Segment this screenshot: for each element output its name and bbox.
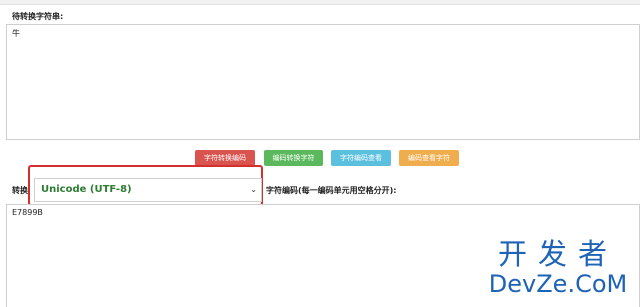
watermark-line1: 开发者 bbox=[497, 237, 618, 271]
input-textarea[interactable]: 牛 bbox=[6, 24, 640, 140]
encoding-select-value: Unicode (UTF-8) bbox=[41, 184, 132, 195]
char-to-code-button[interactable]: 字符转换编码 bbox=[195, 150, 255, 166]
output-label-suffix: 字符编码(每一编码单元用空格分开): bbox=[266, 186, 397, 195]
view-char-code-button[interactable]: 字符编码查看 bbox=[331, 150, 391, 166]
top-strip bbox=[0, 0, 640, 5]
chevron-down-icon: ⌄ bbox=[250, 185, 257, 194]
view-code-char-button[interactable]: 编码查看字符 bbox=[399, 150, 459, 166]
converter-page: 待转换字符串: 牛 字符转换编码 编码转换字符 字符编码查看 编码查看字符 转换… bbox=[0, 0, 640, 307]
devze-watermark-logo: 开发者 DevZe.CoM bbox=[482, 238, 634, 298]
watermark-line2: DevZe.CoM bbox=[488, 270, 628, 298]
code-to-char-button[interactable]: 编码转换字符 bbox=[264, 150, 323, 166]
input-label: 待转换字符串: bbox=[12, 12, 64, 21]
encoding-select[interactable]: Unicode (UTF-8) ⌄ bbox=[34, 178, 262, 202]
output-label-prefix: 转换 bbox=[12, 186, 28, 195]
